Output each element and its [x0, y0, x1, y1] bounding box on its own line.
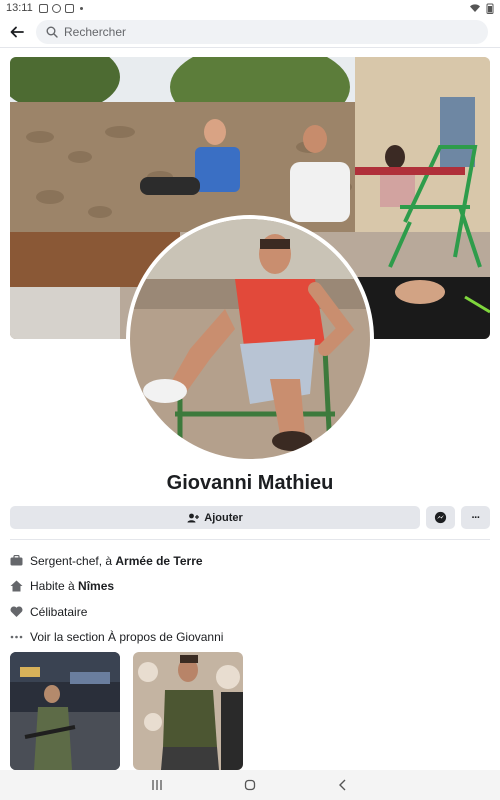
- info-home: Habite à Nîmes: [10, 574, 490, 600]
- battery-icon: [486, 3, 494, 14]
- status-bar: 13:11: [0, 0, 500, 16]
- info-relationship-status: Célibataire: [30, 604, 88, 619]
- add-friend-button[interactable]: Ajouter: [10, 506, 420, 529]
- briefcase-icon: [10, 555, 30, 566]
- gallery-notification-icon: [38, 3, 48, 13]
- info-job: Sergent-chef, à Armée de Terre: [10, 548, 490, 574]
- arrow-left-icon: [10, 26, 24, 37]
- system-nav-bar: [0, 770, 500, 800]
- profile-actions: Ajouter ···: [10, 506, 490, 529]
- back-button[interactable]: [0, 16, 34, 48]
- divider: [10, 539, 490, 540]
- more-options-button[interactable]: ···: [461, 506, 490, 529]
- add-friend-icon: [187, 513, 200, 522]
- info-home-prefix: Habite à: [30, 579, 79, 594]
- home-icon: [244, 779, 256, 791]
- search-placeholder: Rechercher: [64, 24, 127, 39]
- more-notifications-icon: [79, 6, 83, 10]
- messenger-button[interactable]: [426, 506, 455, 529]
- info-job-prefix: Sergent-chef, à: [30, 553, 116, 568]
- wifi-icon: [470, 4, 480, 12]
- messenger-icon: [434, 511, 447, 524]
- status-time: 13:11: [6, 2, 33, 14]
- more-options-icon: ···: [471, 511, 481, 524]
- info-home-city[interactable]: Nîmes: [78, 579, 114, 593]
- home-button[interactable]: [235, 773, 265, 797]
- info-about-link[interactable]: Voir la section À propos de Giovanni: [30, 630, 223, 644]
- info-relationship: Célibataire: [10, 599, 490, 625]
- top-bar: Rechercher: [0, 16, 500, 48]
- recent-apps-icon: [152, 780, 162, 790]
- profile-info-list: Sergent-chef, à Armée de Terre Habite à …: [10, 548, 490, 650]
- house-icon: [10, 580, 30, 592]
- photo-notification-icon: [64, 3, 74, 13]
- back-icon: [339, 779, 346, 791]
- profile-picture[interactable]: [130, 219, 370, 459]
- profile-name: Giovanni Mathieu: [166, 472, 334, 494]
- system-back-button[interactable]: [328, 773, 358, 797]
- ellipsis-icon: [10, 635, 30, 639]
- search-input[interactable]: Rechercher: [36, 19, 488, 44]
- messenger-notification-icon: [51, 3, 61, 13]
- info-job-org[interactable]: Armée de Terre: [115, 554, 202, 568]
- add-friend-label: Ajouter: [204, 511, 243, 524]
- search-icon: [46, 26, 58, 38]
- photo-thumbnail[interactable]: [10, 652, 120, 770]
- photos-grid: [10, 652, 490, 770]
- photo-thumbnail[interactable]: [133, 652, 243, 770]
- info-about-link-row[interactable]: Voir la section À propos de Giovanni: [10, 625, 490, 651]
- profile-picture-frame: [126, 215, 374, 463]
- recent-apps-button[interactable]: [142, 773, 172, 797]
- heart-icon: [10, 606, 30, 618]
